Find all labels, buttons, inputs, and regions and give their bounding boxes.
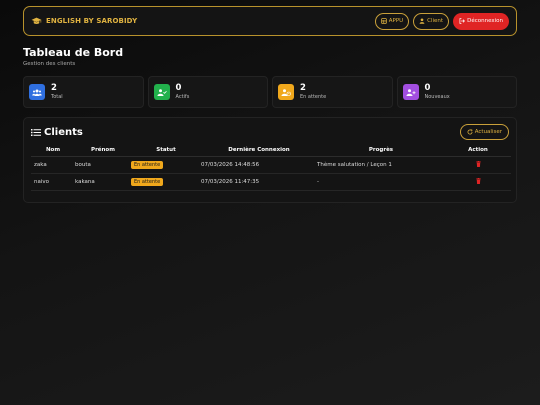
clients-title-text: Clients bbox=[44, 126, 83, 138]
stat-text: 2 Total bbox=[51, 83, 63, 101]
stats-row: 2 Total 0 Actifs 2 En attente 0 Nouveaux bbox=[23, 76, 517, 108]
stat-label: Total bbox=[51, 94, 63, 100]
cell-prenom: kakana bbox=[75, 173, 131, 191]
clients-panel: Clients Actualiser Nom Prénom Statut Der… bbox=[23, 117, 517, 203]
cell-nom: zaka bbox=[31, 156, 75, 174]
client-button-label: Client bbox=[427, 18, 444, 24]
refresh-icon bbox=[467, 129, 473, 135]
stat-value: 2 bbox=[51, 83, 57, 93]
user-check-icon bbox=[153, 84, 170, 100]
user-clock-icon bbox=[278, 84, 294, 100]
appu-button[interactable]: APPU bbox=[374, 12, 410, 30]
stat-label: Nouveaux bbox=[424, 94, 450, 100]
appu-button-label: APPU bbox=[388, 18, 404, 24]
cell-prenom: bouta bbox=[75, 156, 131, 174]
stat-card-total: 2 Total bbox=[23, 76, 144, 108]
clients-table: Nom Prénom Statut Dernière Connexion Pro… bbox=[31, 145, 511, 191]
brand-name: ENGLISH BY SAROBIDY bbox=[46, 17, 138, 25]
users-icon bbox=[29, 84, 45, 100]
stat-text: 0 Actifs bbox=[175, 83, 190, 101]
logout-button-label: Déconnexion bbox=[467, 18, 503, 24]
user-plus-icon bbox=[402, 84, 419, 100]
cell-statut: En attente bbox=[131, 156, 201, 174]
refresh-button-label: Actualiser bbox=[474, 129, 502, 135]
stat-value: 0 bbox=[175, 83, 182, 93]
brand[interactable]: ENGLISH BY SAROBIDY bbox=[31, 17, 137, 26]
column-header-progres: Progrès bbox=[317, 145, 445, 157]
refresh-button[interactable]: Actualiser bbox=[459, 124, 509, 140]
list-icon bbox=[31, 128, 41, 136]
cell-action bbox=[445, 173, 511, 191]
sign-out-icon bbox=[459, 18, 466, 24]
cell-progres: - bbox=[317, 173, 445, 191]
column-header-statut: Statut bbox=[131, 145, 201, 157]
clients-panel-header: Clients Actualiser bbox=[31, 124, 509, 140]
status-badge: En attente bbox=[131, 160, 164, 169]
trash-icon[interactable] bbox=[475, 177, 481, 184]
cell-statut: En attente bbox=[131, 173, 201, 191]
clients-title: Clients bbox=[31, 127, 83, 138]
stat-card-pending: 2 En attente bbox=[272, 76, 393, 108]
graduation-cap-icon bbox=[31, 17, 42, 24]
stat-value: 2 bbox=[300, 83, 306, 93]
column-header-nom: Nom bbox=[31, 145, 75, 157]
page-subtitle: Gestion des clients bbox=[23, 61, 76, 67]
client-button[interactable]: Client bbox=[413, 12, 450, 30]
user-icon bbox=[419, 18, 425, 24]
stat-label: Actifs bbox=[175, 94, 190, 100]
grid-icon bbox=[380, 18, 387, 24]
dashboard: ENGLISH BY SAROBIDY APPU Client Déconnex… bbox=[23, 6, 517, 203]
cell-connexion: 07/03/2026 11:47:35 bbox=[201, 173, 317, 191]
nav-buttons: APPU Client Déconnexion bbox=[374, 12, 509, 30]
stat-card-new: 0 Nouveaux bbox=[396, 76, 517, 108]
column-header-action: Action bbox=[445, 145, 511, 157]
table-row: zaka bouta En attente 07/03/2026 14:48:5… bbox=[31, 156, 511, 174]
page-title: Tableau de Bord bbox=[23, 46, 124, 59]
table-row: naivo kakana En attente 07/03/2026 11:47… bbox=[31, 173, 511, 191]
stat-text: 2 En attente bbox=[300, 83, 327, 101]
column-header-prenom: Prénom bbox=[75, 145, 131, 157]
stat-card-active: 0 Actifs bbox=[147, 76, 268, 108]
cell-progres: Thème salutation / Leçon 1 bbox=[317, 156, 445, 174]
stat-value: 0 bbox=[424, 83, 431, 93]
cell-action bbox=[445, 156, 511, 174]
logout-button[interactable]: Déconnexion bbox=[453, 12, 509, 30]
stat-text: 0 Nouveaux bbox=[424, 83, 450, 101]
cell-nom: naivo bbox=[31, 173, 75, 191]
trash-icon[interactable] bbox=[475, 160, 481, 167]
cell-connexion: 07/03/2026 14:48:56 bbox=[201, 156, 317, 174]
navbar: ENGLISH BY SAROBIDY APPU Client Déconnex… bbox=[23, 6, 517, 36]
column-header-connexion: Dernière Connexion bbox=[201, 145, 317, 157]
table-header-row: Nom Prénom Statut Dernière Connexion Pro… bbox=[31, 145, 511, 157]
stat-label: En attente bbox=[300, 94, 327, 100]
status-badge: En attente bbox=[131, 177, 164, 186]
